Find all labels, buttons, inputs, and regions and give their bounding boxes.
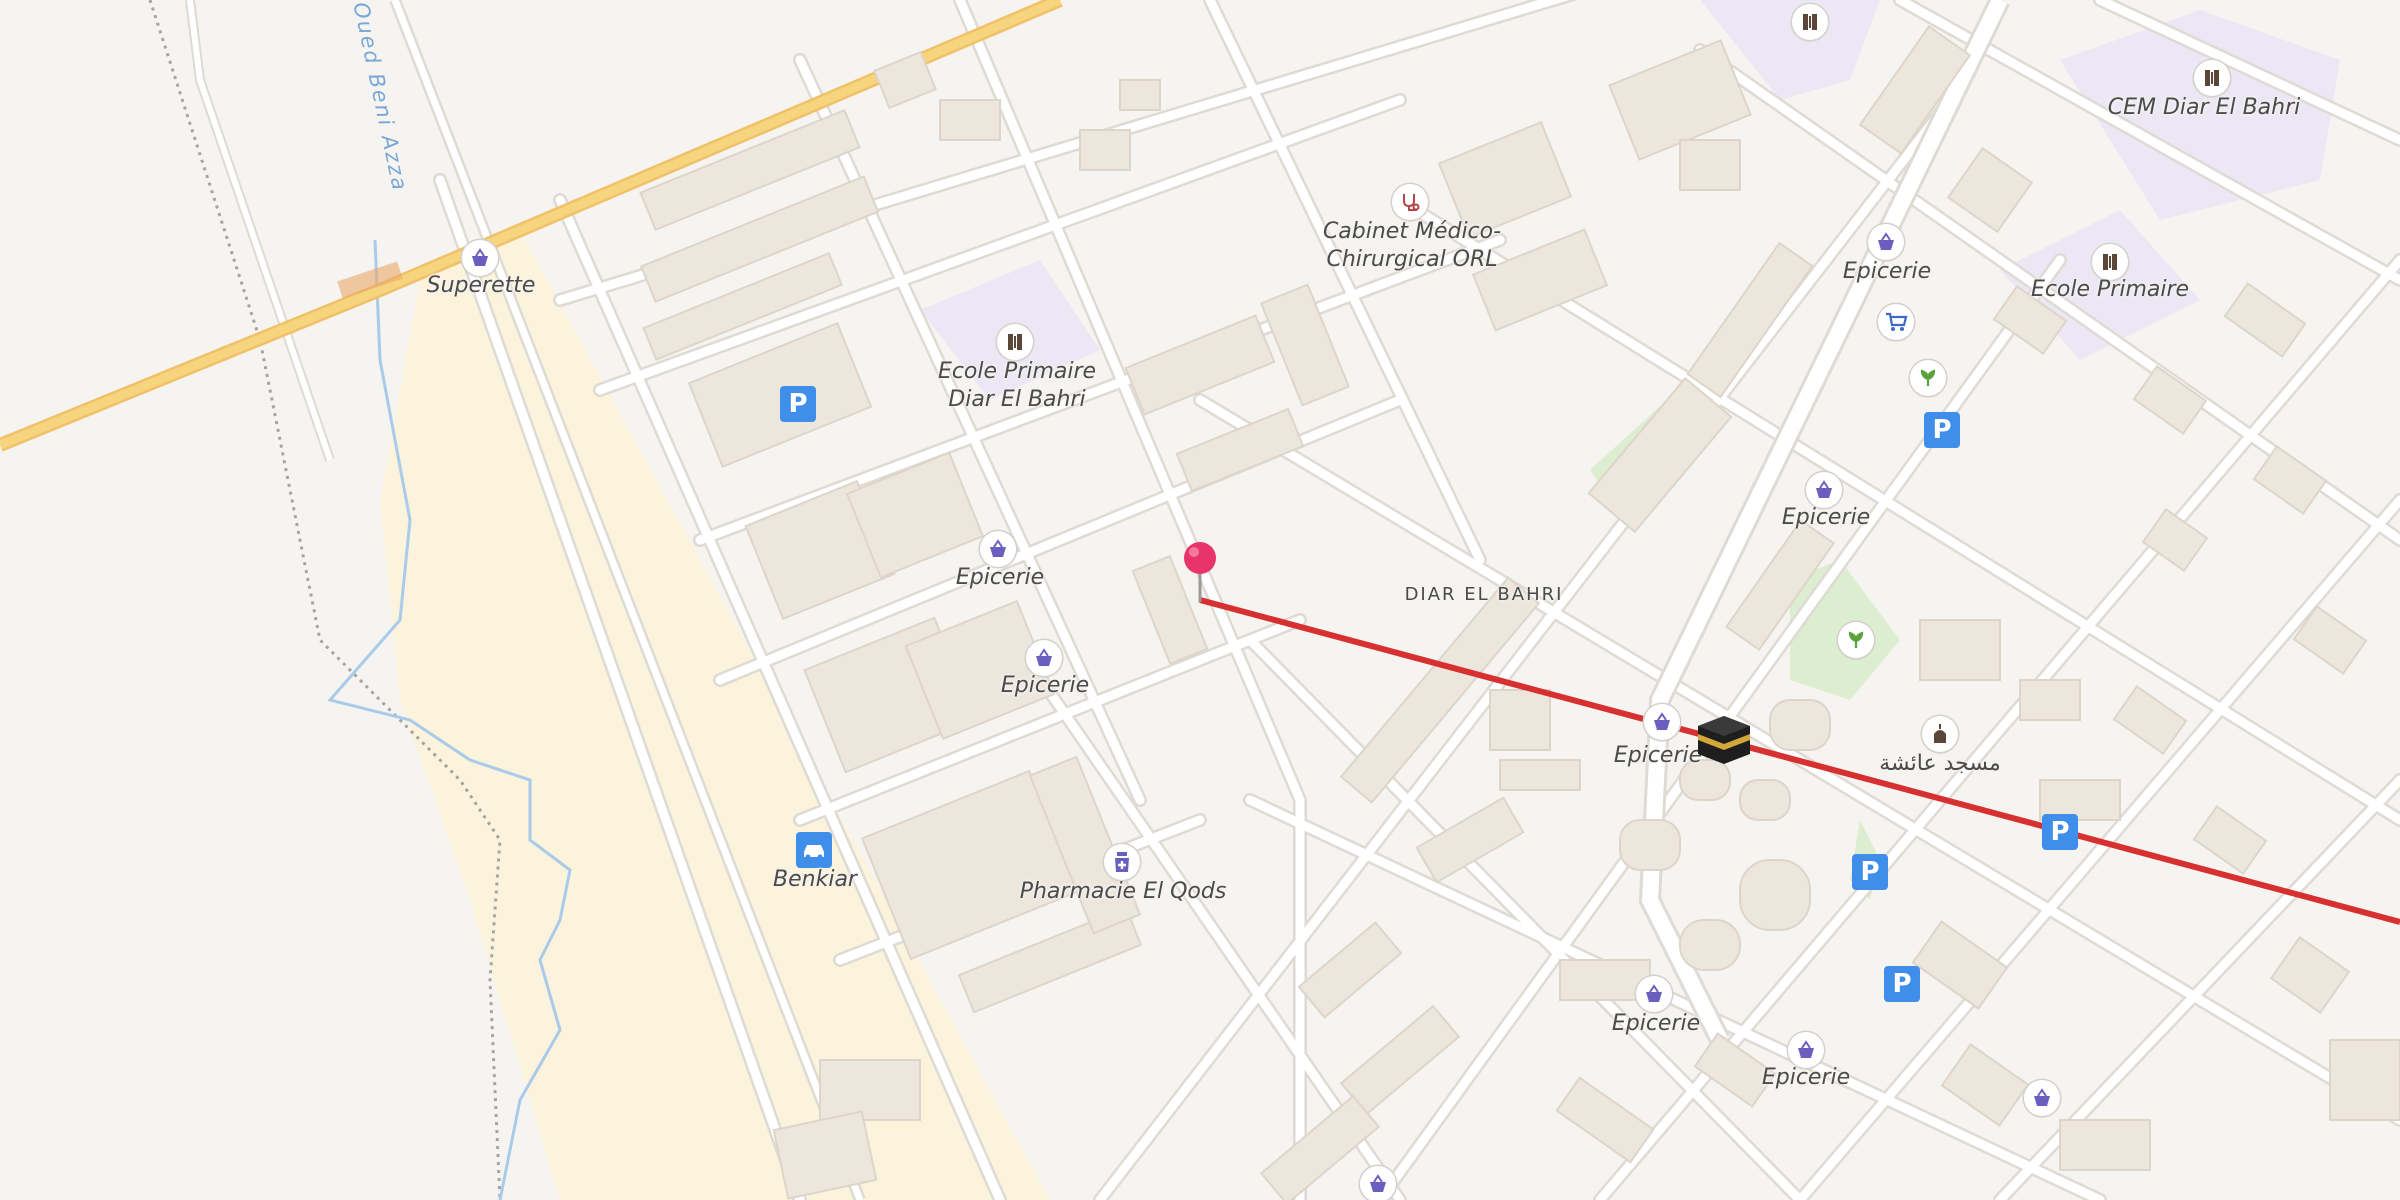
poi-label-superette: Superette xyxy=(426,273,536,298)
basket-icon[interactable] xyxy=(462,240,498,276)
stethoscope-icon[interactable] xyxy=(1392,184,1428,220)
basket-icon[interactable] xyxy=(1868,224,1904,260)
mosque-icon[interactable] xyxy=(1922,716,1958,752)
parking-icon[interactable]: P xyxy=(1852,854,1888,890)
school-icon[interactable] xyxy=(2194,60,2230,96)
poi-label-epicerie: Epicerie xyxy=(1842,259,1932,284)
poi-label-pharmacie: Pharmacie El Qods xyxy=(1019,879,1227,904)
kaaba-icon[interactable] xyxy=(1696,714,1752,771)
parking-icon[interactable]: P xyxy=(1884,966,1920,1002)
basket-icon[interactable] xyxy=(1806,472,1842,508)
map-view[interactable]: Oued Beni Azza DIAR EL BAHRI Superette E… xyxy=(0,0,2400,1200)
basket-icon[interactable] xyxy=(1644,704,1680,740)
district-label: DIAR EL BAHRI xyxy=(1404,584,1564,605)
school-icon[interactable] xyxy=(2092,244,2128,280)
basket-icon[interactable] xyxy=(1360,1166,1396,1200)
pharmacy-icon[interactable] xyxy=(1104,844,1140,880)
basket-icon[interactable] xyxy=(1788,1032,1824,1068)
basket-icon[interactable] xyxy=(980,531,1016,567)
parking-icon[interactable]: P xyxy=(1924,412,1960,448)
basket-icon[interactable] xyxy=(1636,976,1672,1012)
basket-icon[interactable] xyxy=(2024,1080,2060,1116)
poi-label-epicerie: Epicerie xyxy=(1781,505,1871,530)
cart-icon[interactable] xyxy=(1878,304,1914,340)
poi-label-ecole-primaire-diar: Ecole Primaire Diar El Bahri xyxy=(937,359,1097,412)
poi-label-cem: CEM Diar El Bahri xyxy=(2107,95,2301,120)
location-pin-icon[interactable] xyxy=(1182,540,1218,609)
car-icon[interactable] xyxy=(796,832,832,868)
parking-icon[interactable]: P xyxy=(2042,814,2078,850)
school-icon[interactable] xyxy=(997,324,1033,360)
garden-icon[interactable] xyxy=(1910,360,1946,396)
basket-icon[interactable] xyxy=(1026,640,1062,676)
poi-label-epicerie: Epicerie xyxy=(1000,673,1090,698)
school-icon[interactable] xyxy=(1792,4,1828,40)
poi-label-cabinet: Cabinet Médico- Chirurgical ORL xyxy=(1322,219,1502,272)
parking-icon[interactable]: P xyxy=(780,386,816,422)
poi-label-mosque: مسجد عائشة xyxy=(1879,751,2001,776)
poi-label-benkiar: Benkiar xyxy=(773,867,857,892)
garden-icon[interactable] xyxy=(1838,622,1874,658)
poi-label-epicerie: Epicerie xyxy=(1611,1011,1701,1036)
poi-label-epicerie: Epicerie xyxy=(955,565,1045,590)
poi-label-epicerie: Epicerie xyxy=(1761,1065,1851,1090)
poi-label-ecole-primaire: Ecole Primaire xyxy=(2030,277,2190,302)
poi-label-epicerie: Epicerie xyxy=(1613,743,1703,768)
